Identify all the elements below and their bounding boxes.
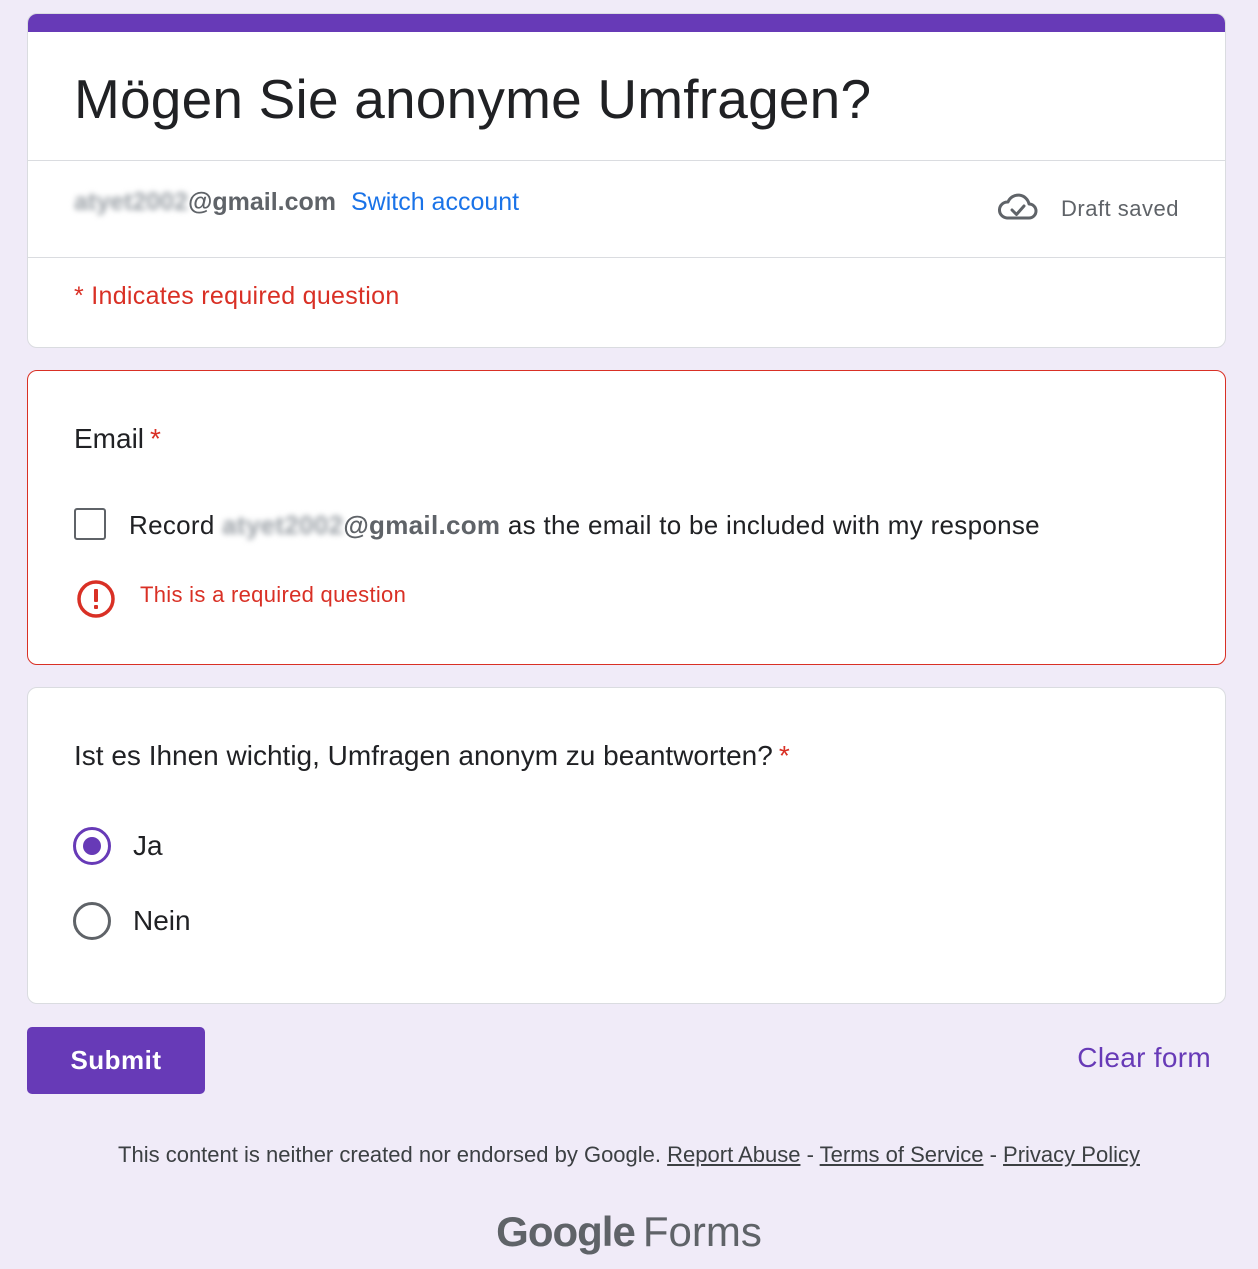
checkbox-email: @gmail.com <box>343 510 501 540</box>
report-abuse-link[interactable]: Report Abuse <box>667 1142 800 1167</box>
radio-label: Ja <box>133 830 163 861</box>
switch-account-link[interactable]: Switch account <box>351 188 519 216</box>
brand-google: Google <box>496 1208 636 1255</box>
account-name-blurred: atyet2002 <box>74 188 188 216</box>
separator: - <box>989 1142 997 1167</box>
record-email-checkbox[interactable] <box>74 508 106 540</box>
checkbox-suffix: as the email to be included with my resp… <box>507 510 1040 540</box>
brand-forms: Forms <box>642 1208 762 1255</box>
question-title-text: Ist es Ihnen wichtig, Umfragen anonym zu… <box>74 740 773 771</box>
footer-disclaimer: This content is neither created nor endo… <box>0 1142 1258 1168</box>
checkbox-name-blurred: atyet2002 <box>222 510 344 540</box>
radio-button[interactable] <box>73 902 111 940</box>
record-email-label[interactable]: Record atyet2002@gmail.com as the email … <box>129 508 1040 542</box>
accent-bar <box>28 14 1225 32</box>
radio-option-nein[interactable]: Nein <box>73 902 191 940</box>
form-title: Mögen Sie anonyme Umfragen? <box>74 68 872 130</box>
form-header-card: Mögen Sie anonyme Umfragen? atyet2002@gm… <box>27 13 1226 348</box>
email-question-card: Email * Record atyet2002@gmail.com as the… <box>27 370 1226 665</box>
divider <box>28 257 1225 258</box>
checkbox-prefix: Record <box>129 510 215 540</box>
divider <box>28 160 1225 161</box>
question-card-anonymity: Ist es Ihnen wichtig, Umfragen anonym zu… <box>27 687 1226 1004</box>
radio-label: Nein <box>133 905 191 936</box>
account-row: atyet2002@gmail.com Switch account <box>74 186 519 218</box>
error-icon <box>76 579 116 624</box>
terms-of-service-link[interactable]: Terms of Service <box>820 1142 984 1167</box>
required-star: * <box>778 740 790 771</box>
required-star: * <box>150 423 161 454</box>
radio-option-ja[interactable]: Ja <box>73 827 163 865</box>
account-email: @gmail.com <box>187 188 337 216</box>
question-title-text: Email <box>74 423 145 454</box>
draft-status: Draft saved <box>997 190 1179 227</box>
privacy-policy-link[interactable]: Privacy Policy <box>1003 1142 1140 1167</box>
required-note: * Indicates required question <box>74 282 400 310</box>
draft-saved-text: Draft saved <box>1061 195 1179 221</box>
submit-button[interactable]: Submit <box>27 1027 205 1094</box>
disclaimer-text: This content is neither created nor endo… <box>118 1142 662 1167</box>
question-title: Ist es Ihnen wichtig, Umfragen anonym zu… <box>74 738 790 774</box>
radio-button-selected[interactable] <box>73 827 111 865</box>
separator: - <box>806 1142 814 1167</box>
cloud-done-icon <box>997 190 1039 227</box>
google-forms-logo[interactable]: Google Forms <box>0 1208 1258 1256</box>
clear-form-button[interactable]: Clear form <box>1077 1042 1211 1074</box>
error-message: This is a required question <box>140 582 407 607</box>
email-question-title: Email * <box>74 421 161 457</box>
